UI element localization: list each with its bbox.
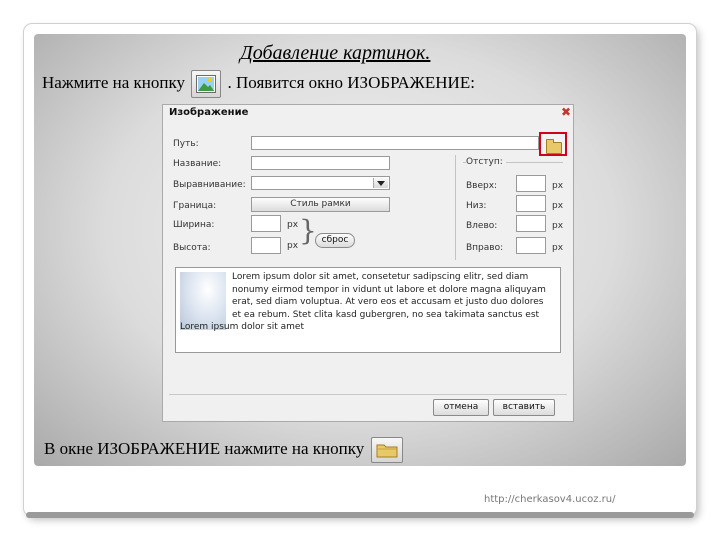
image-preview: Lorem ipsum dolor sit amet, consetetur s… (175, 267, 561, 353)
cancel-button[interactable]: отмена (433, 399, 489, 416)
browse-button-example[interactable] (370, 437, 403, 463)
label-top: Вверх: (466, 181, 498, 191)
height-input[interactable] (251, 237, 281, 254)
bottom-instruction: В окне ИЗОБРАЖЕНИЕ нажмите на кнопку (44, 438, 365, 458)
footer-divider (169, 394, 567, 395)
folder-icon (376, 444, 398, 458)
label-bottom: Низ: (466, 201, 487, 211)
image-icon (196, 75, 217, 93)
label-right: Вправо: (466, 243, 504, 253)
preview-line: Lorem ipsum dolor sit amet (180, 322, 304, 332)
label-height: Высота: (173, 243, 211, 253)
browse-button[interactable] (539, 132, 567, 156)
left-indent-input[interactable] (516, 215, 546, 232)
align-select[interactable] (251, 176, 390, 190)
left-unit: px (552, 221, 564, 231)
instruction-line-1: Нажмите на кнопку . Появится окно ИЗОБРА… (42, 70, 475, 98)
top-indent-input[interactable] (516, 175, 546, 192)
preview-line: Lorem ipsum dolor sit amet, consetetur s… (232, 272, 529, 282)
border-style-button[interactable]: Стиль рамки (251, 197, 390, 212)
label-name: Название: (173, 159, 222, 169)
slide-bottom-bar (26, 512, 694, 518)
column-divider (455, 155, 456, 260)
width-unit: px (287, 220, 299, 230)
preview-line: erat, sed diam voluptua. At vero eos et … (232, 297, 544, 307)
dialog-title: Изображение (169, 107, 249, 118)
bottom-indent-input[interactable] (516, 195, 546, 212)
height-unit: px (287, 241, 299, 251)
label-path: Путь: (173, 139, 199, 149)
label-border: Граница: (173, 201, 217, 211)
image-dialog: Изображение ✖ Путь: Название: Выравниван… (162, 104, 574, 422)
label-left: Влево: (466, 221, 498, 231)
right-indent-input[interactable] (516, 237, 546, 254)
reset-button[interactable]: сброс (315, 233, 355, 248)
preview-line: nonumy eirmod tempor in vidunt ut labore… (232, 284, 546, 295)
name-input[interactable] (251, 156, 390, 170)
instruction-line-2: В окне ИЗОБРАЖЕНИЕ нажмите на кнопку (44, 437, 405, 463)
path-input[interactable] (251, 136, 539, 150)
bottom-unit: px (552, 201, 564, 211)
label-indent: Отступ: (466, 157, 506, 167)
close-icon[interactable]: ✖ (561, 105, 571, 119)
chevron-down-icon (373, 178, 388, 188)
label-width: Ширина: (173, 220, 215, 230)
preview-text: Lorem ipsum dolor sit amet, consetetur s… (180, 271, 556, 334)
source-url: http://cherkasov4.ucoz.ru/ (484, 494, 616, 505)
label-align: Выравнивание: (173, 180, 246, 190)
right-unit: px (552, 243, 564, 253)
insert-image-button[interactable] (191, 70, 222, 98)
width-input[interactable] (251, 215, 281, 232)
top-unit: px (552, 181, 564, 191)
instruction-after: . Появится окно ИЗОБРАЖЕНИЕ: (227, 72, 475, 92)
folder-icon (546, 139, 562, 154)
insert-button[interactable]: вставить (493, 399, 555, 416)
instruction-before: Нажмите на кнопку (42, 72, 186, 92)
preview-line: et ea rebum. Stet clita kasd gubergren, … (232, 309, 540, 320)
slide-title: Добавление картинок. (240, 42, 431, 64)
